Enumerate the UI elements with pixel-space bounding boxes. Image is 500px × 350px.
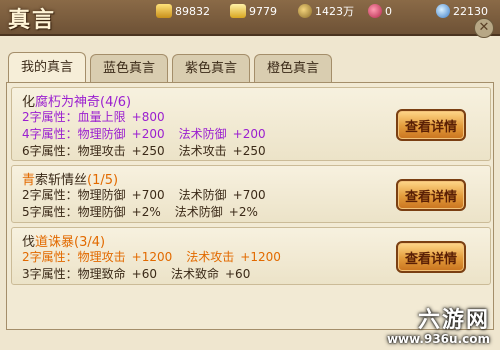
attr-key: 6字属性： <box>22 144 78 158</box>
page-title: 真言 <box>8 7 57 33</box>
attr-b-value: +1200 <box>240 250 281 264</box>
view-details-button[interactable]: 查看详情 <box>396 241 466 273</box>
tab-bar: 我的真言 蓝色真言 紫色真言 橙色真言 <box>8 52 333 82</box>
tab-orange-mantra[interactable]: 橙色真言 <box>254 54 333 82</box>
attr-a-value: +250 <box>131 144 165 158</box>
attr-a: 物理防御 <box>77 188 126 202</box>
attr-b: 法术攻击 <box>186 250 235 264</box>
mantra-card: 化腐朽为神奇(4/6) 2字属性：血量上限 +800 4字属性：物理防御 +200 法… <box>11 87 491 161</box>
resource-value: 22130 <box>453 4 488 18</box>
attr-b-value: +200 <box>232 127 266 141</box>
tab-my-mantra[interactable]: 我的真言 <box>8 52 87 82</box>
watermark-title: 六游网 <box>417 308 490 333</box>
attr-b: 法术攻击 <box>178 144 227 158</box>
gold-ingot-icon <box>230 4 246 18</box>
attr-a-value: +2% <box>131 205 161 219</box>
attribute-line: 5字属性：物理防御 +2% 法术防御 +2% <box>22 203 258 220</box>
mantra-card: 伐道诛暴(3/4) 2字属性：物理攻击 +1200 法术攻击 +1200 3字属性：物… <box>11 227 491 285</box>
attr-key: 2字属性： <box>22 110 78 124</box>
attr-a: 物理攻击 <box>77 250 126 264</box>
attr-b-value: +250 <box>232 144 266 158</box>
attribute-line: 2字属性：物理攻击 +1200 法术攻击 +1200 <box>22 248 281 265</box>
attr-a: 物理攻击 <box>77 144 126 158</box>
gold-pot-icon <box>156 4 172 18</box>
attr-key: 2字属性： <box>22 188 78 202</box>
attr-key: 4字属性： <box>22 127 78 141</box>
spirit-orb-icon <box>436 4 450 18</box>
attr-a: 物理致命 <box>77 267 126 281</box>
attr-b-value: +700 <box>232 188 266 202</box>
attr-b-value: +2% <box>228 205 258 219</box>
attr-a-value: +700 <box>131 188 165 202</box>
attr-key: 5字属性： <box>22 205 78 219</box>
attr-b: 法术防御 <box>178 188 227 202</box>
attr-a-value: +60 <box>131 267 157 281</box>
view-details-button[interactable]: 查看详情 <box>396 109 466 141</box>
close-button[interactable]: ✕ <box>474 18 494 38</box>
resource-value: 89832 <box>175 4 210 18</box>
attribute-line: 2字属性：血量上限 +800 <box>22 108 165 125</box>
resource-value: 9779 <box>249 4 277 18</box>
attr-a: 物理防御 <box>77 127 126 141</box>
attr-a: 物理防御 <box>77 205 126 219</box>
attr-key: 3字属性： <box>22 267 78 281</box>
top-bar: 真言 89832 9779 1423万 0 22130 ✕ <box>0 0 500 38</box>
coin-icon <box>298 4 312 18</box>
close-icon: ✕ <box>478 20 490 35</box>
attr-b-value: +60 <box>225 267 251 281</box>
resource-value: 1423万 <box>315 5 354 18</box>
attr-b: 法术致命 <box>170 267 219 281</box>
mantra-list-panel: 化腐朽为神奇(4/6) 2字属性：血量上限 +800 4字属性：物理防御 +200 法… <box>6 82 494 330</box>
attribute-line: 3字属性：物理致命 +60 法术致命 +60 <box>22 265 250 282</box>
watermark-url: www.936u.com <box>386 332 490 346</box>
site-watermark: 六游网 www.936u.com <box>387 302 490 346</box>
resource-value: 0 <box>385 4 392 18</box>
resource-ingot: 9779 <box>230 3 277 19</box>
mantra-card: 青索斩情丝(1/5) 2字属性：物理防御 +700 法术防御 +700 5字属性：物理… <box>11 165 491 223</box>
resource-gold: 89832 <box>156 3 210 19</box>
resource-orb: 22130 <box>436 3 488 19</box>
attribute-line: 2字属性：物理防御 +700 法术防御 +700 <box>22 186 266 203</box>
attribute-line: 6字属性：物理攻击 +250 法术攻击 +250 <box>22 142 266 159</box>
tab-blue-mantra[interactable]: 蓝色真言 <box>90 54 169 82</box>
view-details-button[interactable]: 查看详情 <box>396 179 466 211</box>
attr-key: 2字属性： <box>22 250 78 264</box>
tab-purple-mantra[interactable]: 紫色真言 <box>172 54 251 82</box>
badge-icon <box>368 4 382 18</box>
attr-a-value: +1200 <box>131 250 173 264</box>
attr-a-value: +200 <box>131 127 165 141</box>
attr-b: 法术防御 <box>174 205 223 219</box>
attr-a-value: +800 <box>131 110 165 124</box>
attr-a: 血量上限 <box>77 110 126 124</box>
resource-badge: 0 <box>368 3 392 19</box>
attr-b: 法术防御 <box>178 127 227 141</box>
resource-coin: 1423万 <box>298 3 354 19</box>
attribute-line: 4字属性：物理防御 +200 法术防御 +200 <box>22 125 266 142</box>
